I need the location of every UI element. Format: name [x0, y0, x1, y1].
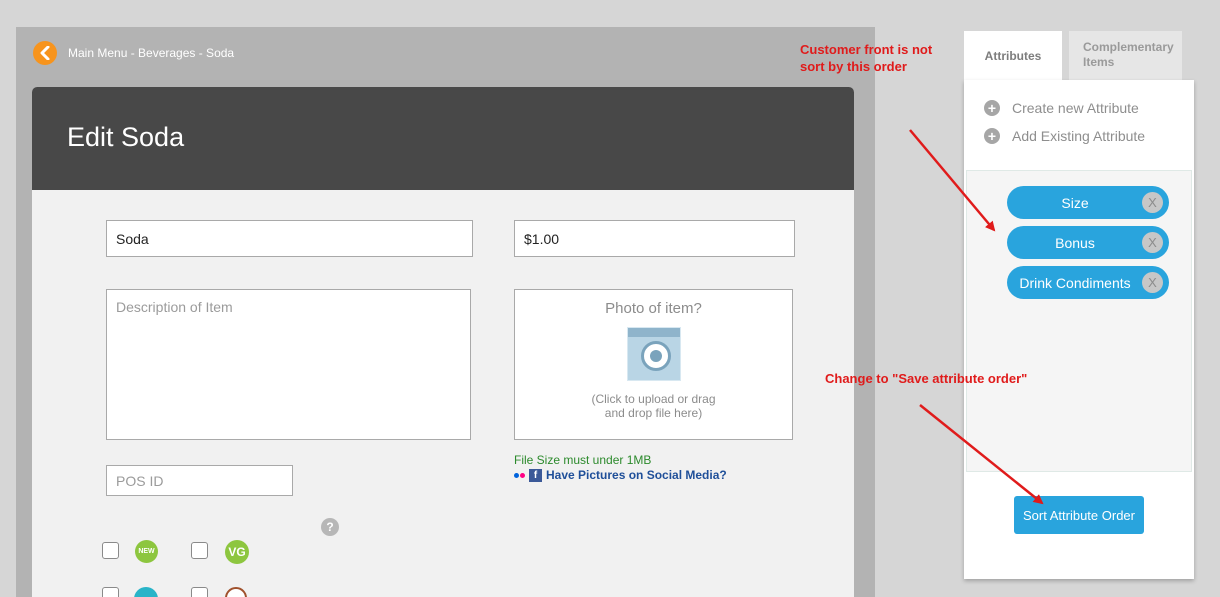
photo-hint-line2: and drop file here) — [604, 406, 703, 420]
item-name-input[interactable]: Soda — [106, 220, 473, 257]
annotation-note-1: Customer front is not sort by this order — [800, 41, 932, 75]
attribute-pill-bonus[interactable]: Bonus X — [1007, 226, 1169, 259]
camera-icon — [626, 327, 681, 381]
photo-upload-dropzone[interactable]: Photo of item? (Click to upload or drag … — [514, 289, 793, 440]
edit-item-pane: Main Menu - Beverages - Soda Edit Soda S… — [16, 27, 875, 597]
remove-attribute-button[interactable]: X — [1142, 272, 1163, 293]
file-size-note: File Size must under 1MB — [514, 453, 652, 467]
attribute-pill-drink-condiments[interactable]: Drink Condiments X — [1007, 266, 1169, 299]
item-name-value: Soda — [116, 230, 149, 247]
annotation-note-1-line2: sort by this order — [800, 59, 907, 74]
tab-attributes[interactable]: Attributes — [964, 31, 1062, 80]
facebook-icon: f — [529, 468, 542, 482]
vegan-badge-checkbox[interactable] — [191, 542, 208, 559]
attribute-list: Size X Bonus X Drink Condiments X — [966, 170, 1192, 472]
tab-complementary-line2: Items — [1083, 55, 1115, 69]
edit-card: Edit Soda Soda $1.00 Description of Item… — [32, 87, 854, 597]
attribute-pill-size[interactable]: Size X — [1007, 186, 1169, 219]
tab-complementary-items[interactable]: Complementary Items — [1069, 31, 1182, 80]
edit-header: Edit Soda — [32, 87, 854, 190]
photo-hint-line1: (Click to upload or drag — [591, 392, 716, 406]
plus-circle-icon: + — [984, 100, 1000, 116]
description-placeholder: Description of Item — [116, 299, 233, 315]
badge-icon-3 — [134, 587, 158, 597]
new-badge-icon: NEW — [135, 540, 158, 563]
pos-id-input[interactable]: POS ID — [106, 465, 293, 496]
create-attribute-label: Create new Attribute — [1012, 100, 1139, 116]
help-icon[interactable]: ? — [321, 518, 339, 536]
add-existing-attribute-label: Add Existing Attribute — [1012, 128, 1146, 144]
badge-checkbox-4[interactable] — [191, 587, 208, 597]
social-media-link[interactable]: f Have Pictures on Social Media? — [514, 468, 727, 482]
annotation-note-2: Change to "Save attribute order" — [825, 371, 1028, 386]
remove-attribute-button[interactable]: X — [1142, 232, 1163, 253]
item-price-value: $1.00 — [524, 230, 560, 247]
no-symbol-icon — [225, 587, 247, 597]
photo-title: Photo of item? — [605, 300, 702, 317]
tab-complementary-line1: Complementary — [1083, 40, 1174, 54]
remove-attribute-button[interactable]: X — [1142, 192, 1163, 213]
new-badge-checkbox[interactable] — [102, 542, 119, 559]
social-media-label: Have Pictures on Social Media? — [546, 468, 727, 482]
create-attribute-link[interactable]: + Create new Attribute — [984, 100, 1139, 116]
vegan-badge-icon: VG — [225, 540, 249, 564]
item-price-input[interactable]: $1.00 — [514, 220, 795, 257]
description-textarea[interactable]: Description of Item — [106, 289, 471, 440]
plus-circle-icon: + — [984, 128, 1000, 144]
photo-hint: (Click to upload or drag and drop file h… — [515, 392, 792, 420]
pos-id-placeholder: POS ID — [116, 472, 164, 489]
annotation-note-1-line1: Customer front is not — [800, 42, 933, 57]
back-button[interactable] — [33, 41, 57, 65]
add-existing-attribute-link[interactable]: + Add Existing Attribute — [984, 128, 1145, 144]
sort-attribute-order-button[interactable]: Sort Attribute Order — [1014, 496, 1144, 534]
badge-checkbox-3[interactable] — [102, 587, 119, 597]
chevron-left-icon — [40, 46, 50, 60]
flickr-icon — [514, 472, 525, 478]
page-title: Edit Soda — [67, 122, 185, 152]
breadcrumb: Main Menu - Beverages - Soda — [68, 46, 235, 60]
attributes-panel: + Create new Attribute + Add Existing At… — [964, 80, 1194, 579]
